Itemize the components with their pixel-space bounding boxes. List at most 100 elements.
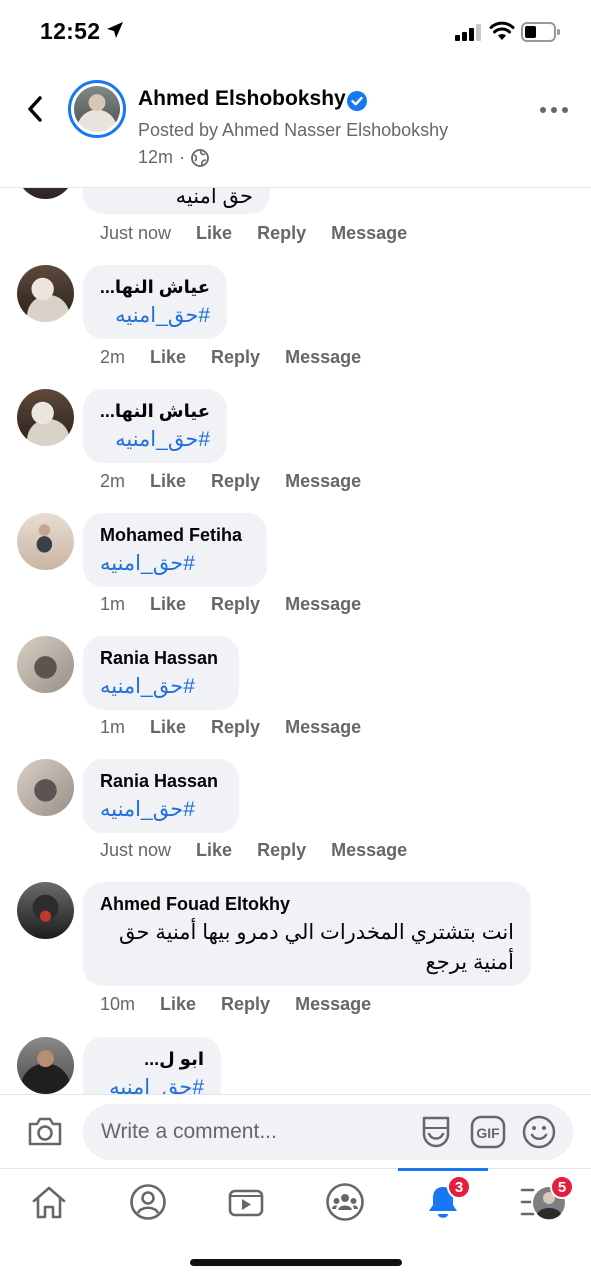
more-options-button[interactable]: [540, 100, 574, 120]
reply-button[interactable]: Reply: [257, 840, 306, 861]
like-button[interactable]: Like: [150, 717, 186, 738]
hashtag-link[interactable]: #حق_امنيه: [100, 301, 210, 331]
like-button[interactable]: Like: [196, 840, 232, 861]
separator: ·: [179, 147, 186, 167]
menu-badge: 5: [550, 1175, 574, 1199]
commenter-name[interactable]: Rania Hassan: [100, 644, 222, 672]
commenter-avatar[interactable]: [17, 513, 74, 570]
commenter-name[interactable]: Ahmed Fouad Eltokhy: [100, 890, 514, 918]
groups-icon: [326, 1183, 364, 1221]
reply-button[interactable]: Reply: [211, 471, 260, 492]
camera-icon[interactable]: [27, 1115, 63, 1147]
reply-button[interactable]: Reply: [257, 223, 306, 244]
nav-notifications[interactable]: 3: [413, 1175, 473, 1225]
nav-watch[interactable]: [216, 1179, 276, 1225]
emoji-icon[interactable]: [522, 1115, 556, 1149]
comment-actions: 10m Like Reply Message: [100, 994, 396, 1015]
commenter-avatar[interactable]: [17, 265, 74, 322]
reply-button[interactable]: Reply: [211, 347, 260, 368]
gif-icon[interactable]: GIF: [470, 1115, 506, 1149]
comment-time: 1m: [100, 717, 126, 737]
post-meta: 12m ·: [138, 147, 209, 168]
message-button[interactable]: Message: [285, 347, 361, 368]
comment-time: Just now: [100, 840, 172, 860]
comment-bubble: Ahmed Fouad Eltokhy انت بتشتري المخدرات …: [83, 882, 531, 986]
back-button[interactable]: [20, 92, 50, 126]
nav-profile[interactable]: [118, 1179, 178, 1225]
comment-actions: Just now Like Reply Message: [100, 223, 432, 244]
like-button[interactable]: Like: [150, 471, 186, 492]
home-icon: [32, 1186, 66, 1219]
message-button[interactable]: Message: [285, 717, 361, 738]
message-button[interactable]: Message: [285, 471, 361, 492]
message-button[interactable]: Message: [295, 994, 371, 1015]
commenter-name[interactable]: ابو ل...: [100, 1045, 204, 1073]
reply-button[interactable]: Reply: [221, 994, 270, 1015]
comment-time: 1m: [100, 594, 126, 614]
hashtag-link[interactable]: #حق_امنيه: [100, 425, 210, 455]
author-name[interactable]: Ahmed Elshobokshy: [138, 87, 346, 111]
commenter-avatar[interactable]: [17, 759, 74, 816]
hashtag-link[interactable]: #حق_امنيه: [100, 549, 250, 579]
comment-time: 2m: [100, 471, 126, 491]
location-arrow-icon: [107, 22, 123, 38]
comment-bubble: عياش النها... #حق_امنيه: [83, 389, 227, 463]
like-button[interactable]: Like: [150, 347, 186, 368]
commenter-name[interactable]: عياش النها...: [100, 397, 210, 425]
commenter-avatar[interactable]: [17, 1037, 74, 1094]
comment-bubble: ابو ل... #حق_امنيه: [83, 1037, 221, 1094]
message-button[interactable]: Message: [331, 223, 407, 244]
reply-button[interactable]: Reply: [211, 594, 260, 615]
hashtag-link[interactable]: #حق_امنيه: [100, 672, 222, 702]
post-header: Ahmed Elshobokshy Posted by Ahmed Nasser…: [0, 64, 591, 188]
sticker-icon[interactable]: [418, 1114, 454, 1150]
comment-text: انت بتشتري المخدرات الي دمرو بيها أمنية …: [119, 921, 514, 974]
nav-menu[interactable]: 5: [514, 1175, 574, 1225]
commenter-name[interactable]: عياش النها...: [100, 273, 210, 301]
posted-by: Posted by Ahmed Nasser Elshobokshy: [138, 120, 449, 140]
comment-actions: Just now Like Reply Message: [100, 840, 432, 861]
commenter-avatar[interactable]: [17, 389, 74, 446]
like-button[interactable]: Like: [196, 223, 232, 244]
comment-time: 10m: [100, 994, 136, 1014]
comment-time: 2m: [100, 347, 126, 367]
author-avatar[interactable]: [68, 80, 126, 138]
commenter-avatar[interactable]: [17, 882, 74, 939]
active-tab-indicator: [398, 1168, 488, 1171]
chevron-left-icon: [28, 96, 42, 122]
comment-bubble: عياش النها... #حق_امنيه: [83, 265, 227, 339]
hashtag-link[interactable]: #حق_امنيه: [100, 1073, 204, 1094]
like-button[interactable]: Like: [160, 994, 196, 1015]
svg-text:GIF: GIF: [476, 1125, 500, 1141]
battery-icon: [521, 22, 560, 42]
nav-home[interactable]: [19, 1179, 79, 1225]
comments-list: حق امنيه Just now Like Reply Message عيا…: [0, 188, 591, 1094]
comment-text: حق امنيه: [175, 188, 253, 208]
message-button[interactable]: Message: [331, 840, 407, 861]
nav-groups[interactable]: [315, 1179, 375, 1225]
message-button[interactable]: Message: [285, 594, 361, 615]
profile-icon: [130, 1184, 166, 1220]
comment-bubble: Rania Hassan #حق_امنيه: [83, 636, 239, 710]
comment-actions: 2m Like Reply Message: [100, 347, 386, 368]
verified-badge-icon: [347, 91, 367, 111]
comment-bubble: Rania Hassan #حق_امنيه: [83, 759, 239, 833]
commenter-avatar[interactable]: [17, 636, 74, 693]
comment-time: Just now: [100, 223, 172, 243]
comment-bubble: حق امنيه: [83, 188, 270, 214]
status-bar: 12:52: [0, 0, 591, 64]
cellular-signal-icon: [455, 24, 481, 41]
comment-actions: 1m Like Reply Message: [100, 717, 386, 738]
commenter-avatar[interactable]: [17, 188, 74, 199]
commenter-name[interactable]: Mohamed Fetiha: [100, 521, 250, 549]
reply-button[interactable]: Reply: [211, 717, 260, 738]
comment-actions: 2m Like Reply Message: [100, 471, 386, 492]
more-dots-icon: [540, 107, 546, 113]
wifi-icon: [489, 21, 515, 40]
globe-icon: [191, 148, 209, 167]
comment-composer: Write a comment... GIF: [0, 1094, 591, 1168]
commenter-name[interactable]: Rania Hassan: [100, 767, 222, 795]
hashtag-link[interactable]: #حق_امنيه: [100, 795, 222, 825]
like-button[interactable]: Like: [150, 594, 186, 615]
home-indicator: [190, 1259, 402, 1266]
